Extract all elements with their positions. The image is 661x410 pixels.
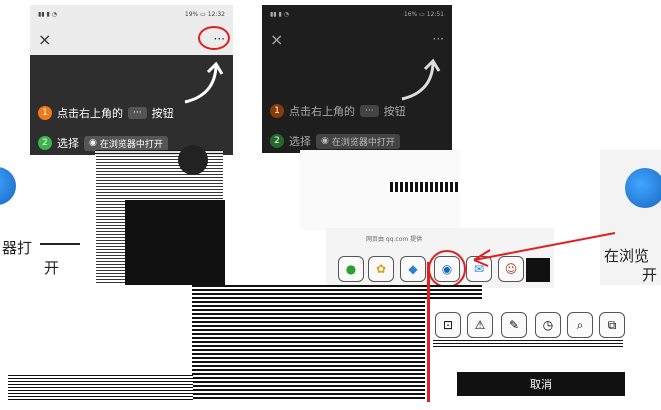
step-2: 2 选择 ◉ 在浏览器中打开 [38,135,168,151]
pin-icon[interactable]: ✎ [501,312,527,338]
close-icon[interactable]: × [38,30,51,49]
status-time: 19% ▭ 12:32 [184,10,225,18]
step-2-text: 选择 [289,135,311,148]
screenshot-icon[interactable]: ⊡ [435,312,461,338]
signal-icon: ▮▮ ▮ ◔ [38,10,57,18]
dark-block-left [125,200,225,285]
open-in-browser-button: ◉ 在浏览器中打开 [84,135,168,151]
globe-icon [0,167,16,205]
open-in-browser-button: ◉ 在浏览器中打开 [316,133,400,149]
step-1-suffix: 按钮 [151,107,174,120]
arrow-icon [401,58,441,101]
open-in-browser-label: 在浏览器中打开 [331,137,395,148]
signal-icon: ▮▮ ▮ ◔ [270,10,289,18]
status-bar: ▮▮ ▮ ◔ 16% ▭ 12:51 [262,5,452,23]
step-2-number: 2 [38,136,52,150]
step-1-text: 点击右上角的 [57,107,123,120]
share-source-text: 网页由 qq.com 提供 [366,236,423,243]
step-1-text: 点击右上角的 [289,105,355,118]
globe-icon: ◉ [321,136,329,146]
status-bar: ▮▮ ▮ ◔ 19% ▭ 12:32 [30,5,233,23]
open-in-browser-label: 在浏览器中打开 [99,139,163,150]
step-2: 2 选择 ◉ 在浏览器中打开 [270,133,400,149]
step-1-more-button: ··· [360,105,379,117]
arrow-icon [184,61,224,104]
clock-icon[interactable]: ◷ [535,312,561,338]
left-fragment-rule [40,243,80,245]
step-1-suffix: 按钮 [383,105,406,118]
step-1: 1 点击右上角的 ··· 按钮 [38,105,174,121]
red-arrow-icon [473,232,616,267]
cancel-bar[interactable]: 取消 [457,372,625,396]
globe-icon: ◉ [89,138,97,148]
glitch-label-middle [390,182,460,192]
left-cropped-fragment: 器打 开 [0,155,96,290]
app-icon-moments[interactable]: ✿ [368,256,394,282]
right-fragment-text-2: 开 [642,266,658,284]
step-1: 1 点击右上角的 ··· 按钮 [270,103,406,119]
globe-fragment-left [178,145,208,175]
status-time: 16% ▭ 12:51 [403,10,444,18]
warning-icon[interactable]: ⚠ [467,312,493,338]
step-2-text: 选择 [57,137,79,150]
striped-fragment-bottom-left [8,375,193,402]
step-1-more-button: ··· [128,107,147,119]
left-fragment-text-2: 开 [44,259,60,277]
more-highlight-circle [198,26,230,50]
icon-labels-glitch [433,340,623,348]
red-guide-line [427,262,430,402]
app-icon-wechat[interactable]: ● [338,256,364,282]
step-2-number: 2 [270,134,284,148]
app-icon-qq[interactable]: ◆ [400,256,426,282]
copy-icon[interactable]: ⧉ [599,312,625,338]
left-fragment-text: 器打 [2,239,33,257]
title-bar: × ··· [262,23,452,55]
search-icon[interactable]: ⌕ [567,312,593,338]
panel-wechat-guide-1: ▮▮ ▮ ◔ 19% ▭ 12:32 × ··· 1 点击右上角的 ··· 按钮… [30,5,233,155]
cancel-label: 取消 [530,378,552,391]
step-1-number: 1 [38,106,52,120]
close-icon[interactable]: × [270,30,283,49]
share-sheet-tools-panel: ⊡ ⚠ ✎ ◷ ⌕ ⧉ 取消 [425,300,630,400]
globe-icon [625,168,661,208]
step-1-number: 1 [270,104,284,118]
more-icon[interactable]: ··· [433,32,444,46]
panel-wechat-guide-2: ▮▮ ▮ ◔ 16% ▭ 12:51 × ··· 1 点击右上角的 ··· 按钮… [262,5,452,153]
